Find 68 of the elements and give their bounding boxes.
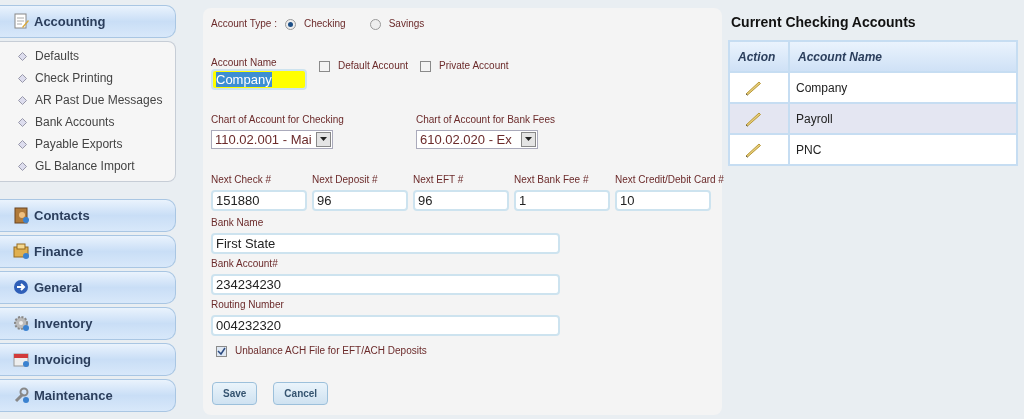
diamond-bullet-icon xyxy=(18,139,27,149)
pencil-icon[interactable] xyxy=(744,111,762,128)
sidebar-link[interactable]: Check Printing xyxy=(18,67,175,89)
sidebar-section-button[interactable]: General xyxy=(0,271,176,304)
checkbox[interactable] xyxy=(420,60,432,72)
checkbox-label: Default Account xyxy=(338,60,409,72)
sidebar-section-button[interactable]: Inventory xyxy=(0,307,176,340)
dropdown-arrow-icon xyxy=(320,137,327,142)
gear-icon xyxy=(13,315,30,332)
text-input-field[interactable]: 96 xyxy=(413,190,509,211)
text-input-field[interactable]: 234234230 xyxy=(211,274,560,295)
section-title: Current Checking Accounts xyxy=(731,13,917,32)
checkbox[interactable] xyxy=(216,345,227,357)
checkbox[interactable] xyxy=(319,60,330,72)
sidebar-section-button[interactable]: Contacts xyxy=(0,199,176,232)
sidebar-link[interactable]: GL Balance Import xyxy=(18,155,175,177)
cancel-button[interactable]: Cancel xyxy=(273,382,329,405)
field-label: Routing Number xyxy=(211,299,285,311)
diamond-bullet-icon xyxy=(18,95,27,105)
sidebar-section-button[interactable]: Accounting xyxy=(0,5,176,38)
sidebar-section-button[interactable]: Finance xyxy=(0,235,176,268)
field-label: Bank Name xyxy=(211,217,265,229)
table-cell: Payroll xyxy=(789,103,1017,134)
field-label: Account Type : xyxy=(211,18,277,30)
pencil-icon[interactable] xyxy=(744,142,762,159)
radio-button[interactable] xyxy=(369,18,381,30)
text-input-field[interactable]: 10 xyxy=(615,190,711,211)
table-cell: PNC xyxy=(789,134,1017,165)
arrow-circle-icon xyxy=(13,279,30,296)
table-row[interactable]: PNC xyxy=(729,134,1017,165)
field-label: Next Credit/Debit Card # xyxy=(615,174,725,186)
sidebar-link[interactable]: AR Past Due Messages xyxy=(18,89,175,111)
column-header: Action xyxy=(729,41,789,72)
diamond-bullet-icon xyxy=(18,117,27,127)
pencil-icon[interactable] xyxy=(744,80,762,97)
wrench-icon xyxy=(13,387,30,404)
text-input-field[interactable]: 96 xyxy=(312,190,408,211)
diamond-bullet-icon xyxy=(18,73,27,83)
column-header: Account Name xyxy=(789,41,1017,72)
checkbox-label: Private Account xyxy=(439,60,509,72)
save-button[interactable]: Save xyxy=(212,382,258,405)
field-label: Account Name xyxy=(211,57,278,69)
document-icon xyxy=(13,13,30,30)
table-row[interactable]: Payroll xyxy=(729,103,1017,134)
radio-label: Savings xyxy=(388,18,425,30)
select-field[interactable]: 610.02.020 - Ex xyxy=(416,130,538,149)
diamond-bullet-icon xyxy=(18,161,27,171)
field-label: Chart of Account for Bank Fees xyxy=(416,114,555,126)
radio-label: Checking xyxy=(303,18,346,30)
select-field[interactable]: 110.02.001 - Mai xyxy=(211,130,333,149)
text-input-field[interactable]: 151880 xyxy=(211,190,307,211)
sidebar-link[interactable]: Bank Accounts xyxy=(18,111,175,133)
cash-box-icon xyxy=(13,243,30,260)
dropdown-arrow-icon xyxy=(525,137,532,142)
field-label: Bank Account# xyxy=(211,258,279,270)
diamond-bullet-icon xyxy=(18,51,27,61)
sidebar-link[interactable]: Payable Exports xyxy=(18,133,175,155)
sidebar-section-button[interactable]: Maintenance xyxy=(0,379,176,412)
calendar-icon xyxy=(13,351,30,368)
text-input-field[interactable]: 1 xyxy=(514,190,610,211)
text-input-field[interactable]: 004232320 xyxy=(211,315,560,336)
sidebar-link[interactable]: Defaults xyxy=(18,45,175,67)
sidebar-section-button[interactable]: Invoicing xyxy=(0,343,176,376)
radio-button[interactable] xyxy=(284,18,296,30)
field-label: Chart of Account for Checking xyxy=(211,114,344,126)
checkbox-label: Unbalance ACH File for EFT/ACH Deposits xyxy=(235,345,427,357)
book-icon xyxy=(13,207,30,224)
text-input-field[interactable]: First State xyxy=(211,233,560,254)
